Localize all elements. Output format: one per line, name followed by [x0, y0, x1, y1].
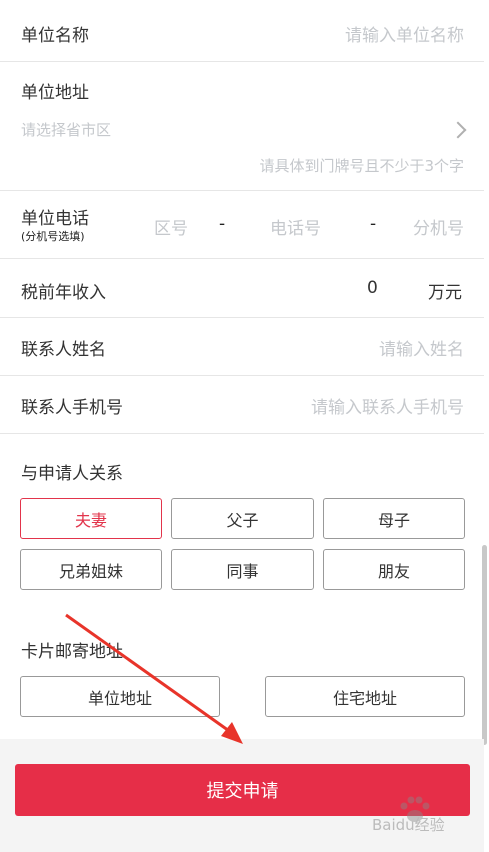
annotation-arrow	[65, 613, 243, 744]
watermark-text: Baidu经验	[372, 816, 445, 834]
